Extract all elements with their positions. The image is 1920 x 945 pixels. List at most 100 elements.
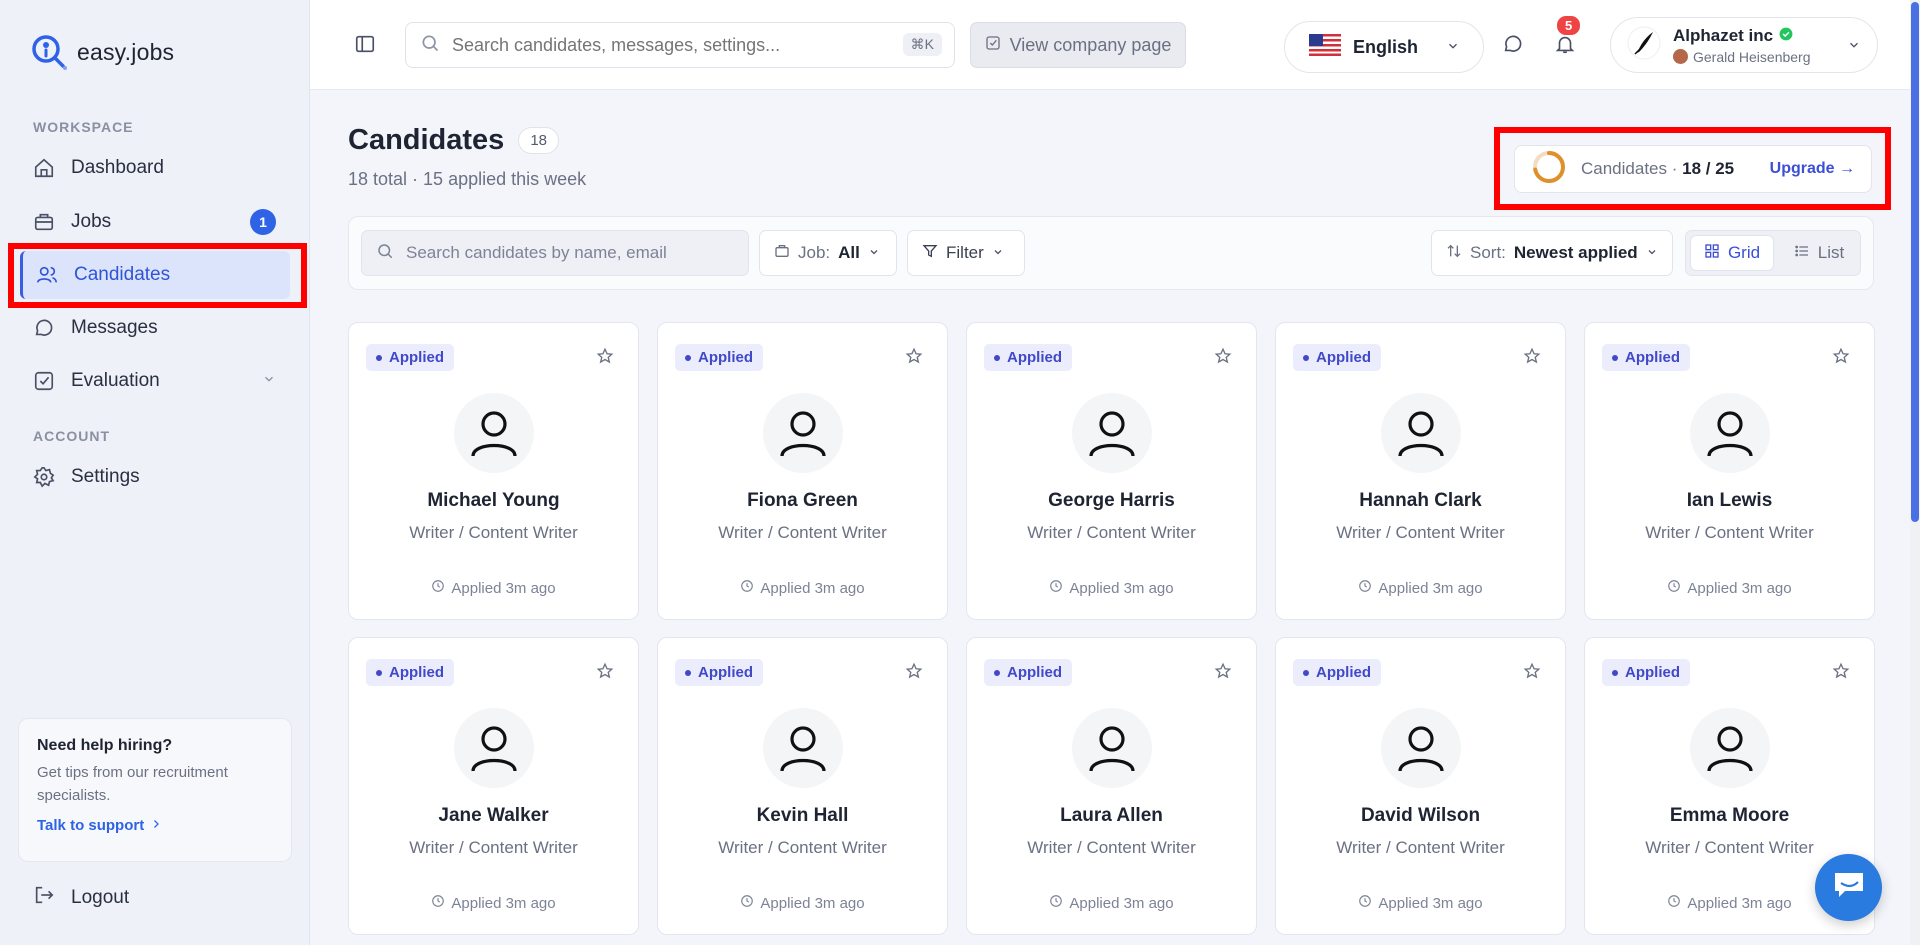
- star-icon[interactable]: [905, 662, 923, 685]
- sort-dropdown[interactable]: Sort: Newest applied: [1431, 230, 1673, 276]
- job-filter-dropdown[interactable]: Job: All: [759, 230, 897, 276]
- language-selector[interactable]: English: [1284, 21, 1484, 73]
- sidebar-toggle-icon[interactable]: [354, 33, 376, 60]
- clock-icon: [431, 894, 445, 912]
- candidate-role: Writer / Content Writer: [409, 838, 578, 857]
- star-icon[interactable]: [1214, 662, 1232, 685]
- status-badge: Applied: [366, 659, 454, 686]
- chat-icon[interactable]: [1502, 33, 1524, 60]
- brand-name: easy.jobs: [77, 38, 175, 65]
- candidate-quota-widget: Candidates · 18 / 25 Upgrade →: [1514, 145, 1872, 193]
- candidate-role: Writer / Content Writer: [1645, 523, 1814, 542]
- candidate-name[interactable]: Ian Lewis: [1585, 490, 1874, 512]
- sidebar-item-settings[interactable]: Settings: [20, 453, 290, 501]
- sidebar-item-evaluation[interactable]: Evaluation: [20, 357, 290, 405]
- global-search[interactable]: ⌘K: [405, 22, 955, 68]
- candidate-card[interactable]: Applied Ian Lewis Writer / Content Write…: [1584, 322, 1875, 620]
- star-icon[interactable]: [905, 347, 923, 370]
- candidate-name[interactable]: David Wilson: [1276, 805, 1565, 827]
- sidebar-item-label: Evaluation: [71, 370, 160, 391]
- candidate-name[interactable]: Kevin Hall: [658, 805, 947, 827]
- user-avatar-icon: [1690, 393, 1770, 473]
- star-icon[interactable]: [1523, 662, 1541, 685]
- candidate-card[interactable]: Applied David Wilson Writer / Content Wr…: [1275, 637, 1566, 935]
- bell-icon[interactable]: [1554, 32, 1576, 61]
- upgrade-link[interactable]: Upgrade →: [1770, 160, 1855, 178]
- quota-ring-icon: [1531, 149, 1567, 190]
- candidate-name[interactable]: Jane Walker: [349, 805, 638, 827]
- sidebar-item-dashboard[interactable]: Dashboard: [20, 144, 290, 192]
- view-company-page-button[interactable]: View company page: [970, 22, 1186, 68]
- clock-icon: [740, 579, 754, 597]
- candidate-name[interactable]: Laura Allen: [967, 805, 1256, 827]
- logout-button[interactable]: Logout: [33, 884, 129, 912]
- applied-time: Applied 3m ago: [658, 579, 947, 597]
- briefcase-icon: [774, 243, 790, 264]
- candidate-count-pill: 18: [518, 127, 560, 154]
- status-badge: Applied: [1602, 344, 1690, 371]
- sidebar-item-jobs[interactable]: Jobs 1: [20, 198, 290, 246]
- chevron-down-icon: [1446, 37, 1460, 58]
- candidate-name[interactable]: Fiona Green: [658, 490, 947, 512]
- clock-icon: [740, 894, 754, 912]
- candidate-name[interactable]: Emma Moore: [1585, 805, 1874, 827]
- star-icon[interactable]: [1523, 347, 1541, 370]
- star-icon[interactable]: [1832, 347, 1850, 370]
- status-badge: Applied: [1293, 344, 1381, 371]
- candidate-card[interactable]: Applied Laura Allen Writer / Content Wri…: [966, 637, 1257, 935]
- chevron-right-icon: [150, 817, 162, 834]
- candidate-search[interactable]: Search candidates by name, email: [361, 230, 749, 276]
- status-dot: [376, 669, 382, 676]
- applied-time: Applied 3m ago: [1276, 579, 1565, 597]
- account-section-label: ACCOUNT: [33, 428, 110, 444]
- candidate-card[interactable]: Applied Fiona Green Writer / Content Wri…: [657, 322, 948, 620]
- talk-to-support-link[interactable]: Talk to support: [37, 817, 273, 834]
- candidate-name[interactable]: George Harris: [967, 490, 1256, 512]
- account-menu[interactable]: Alphazet inc Gerald Heisenberg: [1610, 17, 1878, 73]
- candidate-name[interactable]: Michael Young: [349, 490, 638, 512]
- candidate-name[interactable]: Hannah Clark: [1276, 490, 1565, 512]
- status-dot: [1612, 354, 1618, 361]
- sidebar-item-candidates[interactable]: Candidates: [20, 251, 290, 299]
- scrollbar-thumb[interactable]: [1911, 2, 1919, 522]
- candidate-card[interactable]: Applied Kevin Hall Writer / Content Writ…: [657, 637, 948, 935]
- filter-button[interactable]: Filter: [907, 230, 1025, 276]
- clock-icon: [1667, 579, 1681, 597]
- candidate-role: Writer / Content Writer: [1336, 838, 1505, 857]
- view-mode-toggle: Grid List: [1685, 230, 1861, 276]
- list-view-button[interactable]: List: [1782, 235, 1856, 271]
- help-title: Need help hiring?: [37, 737, 173, 754]
- status-badge: Applied: [984, 659, 1072, 686]
- live-chat-button[interactable]: [1815, 854, 1882, 921]
- status-dot: [1303, 354, 1309, 361]
- star-icon[interactable]: [1214, 347, 1232, 370]
- chevron-down-icon: [992, 243, 1004, 263]
- candidate-role: Writer / Content Writer: [1027, 838, 1196, 857]
- search-icon: [420, 33, 440, 58]
- brand-logo[interactable]: easy.jobs: [29, 32, 174, 72]
- global-search-input[interactable]: [452, 34, 892, 56]
- sidebar-item-messages[interactable]: Messages: [20, 304, 290, 352]
- grid-view-button[interactable]: Grid: [1690, 235, 1774, 271]
- candidate-card[interactable]: Applied Michael Young Writer / Content W…: [348, 322, 639, 620]
- star-icon[interactable]: [1832, 662, 1850, 685]
- candidate-card[interactable]: Applied Jane Walker Writer / Content Wri…: [348, 637, 639, 935]
- candidate-role: Writer / Content Writer: [409, 523, 578, 542]
- status-badge: Applied: [984, 344, 1072, 371]
- status-dot: [1303, 669, 1309, 676]
- candidate-card[interactable]: Applied George Harris Writer / Content W…: [966, 322, 1257, 620]
- status-badge: Applied: [1602, 659, 1690, 686]
- star-icon[interactable]: [596, 347, 614, 370]
- job-filter-value: All: [838, 243, 860, 262]
- grid-icon: [1704, 243, 1720, 264]
- sort-value: Newest applied: [1513, 243, 1638, 262]
- page-scrollbar[interactable]: [1910, 0, 1920, 945]
- quota-text: Candidates · 18 / 25: [1581, 159, 1735, 178]
- checklist-icon: [33, 370, 55, 392]
- chevron-down-icon: [868, 243, 880, 263]
- sidebar-item-label: Jobs: [71, 211, 112, 232]
- candidate-card[interactable]: Applied Hannah Clark Writer / Content Wr…: [1275, 322, 1566, 620]
- star-icon[interactable]: [596, 662, 614, 685]
- user-avatar-icon: [1381, 708, 1461, 788]
- top-header: ⌘K View company page English 5: [310, 0, 1910, 90]
